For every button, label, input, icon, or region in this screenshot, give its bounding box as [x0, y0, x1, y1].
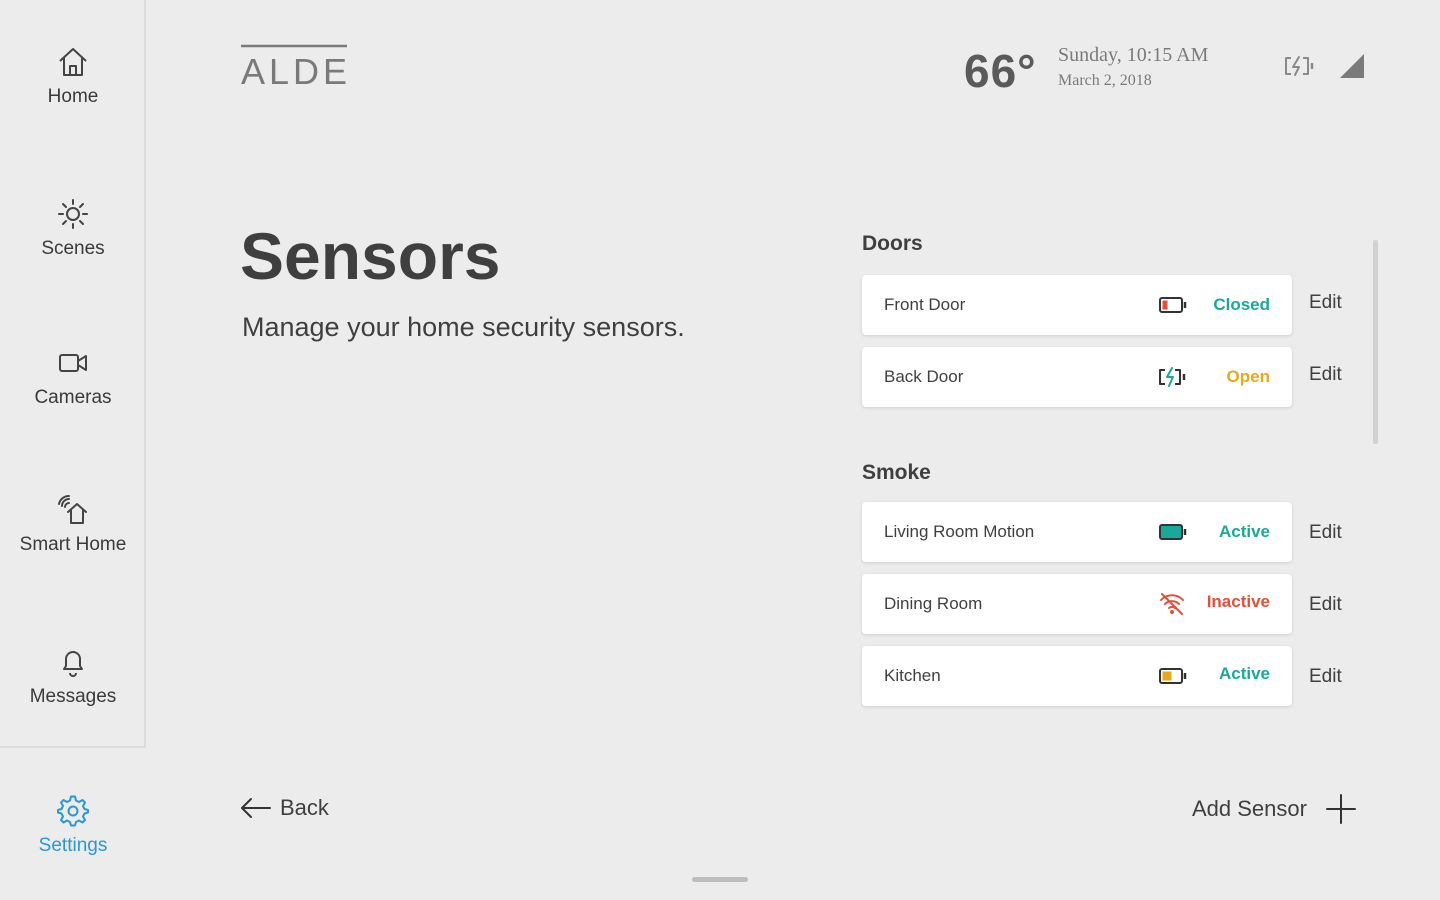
- add-sensor-label: Add Sensor: [1192, 796, 1307, 821]
- nav-label-scenes: Scenes: [41, 238, 105, 259]
- nav-item-settings[interactable]: Settings: [0, 795, 146, 857]
- day-time: Sunday, 10:15 AM: [1058, 44, 1209, 66]
- nav-label-messages: Messages: [29, 686, 117, 707]
- sensor-name: Front Door: [884, 295, 966, 314]
- sensor-card-living-room-motion[interactable]: Living Room Motion Active: [862, 502, 1292, 562]
- battery-charging-icon: [1282, 54, 1316, 83]
- nav-label-smart-home: Smart Home: [19, 534, 127, 555]
- section-title-smoke: Smoke: [862, 461, 931, 484]
- battery-half-icon: [1158, 664, 1188, 693]
- sensor-name: Kitchen: [884, 666, 941, 685]
- nav-label-cameras: Cameras: [34, 387, 112, 408]
- status-badge: Open: [1226, 367, 1270, 386]
- camera-icon: [59, 354, 87, 372]
- temperature: 66°: [964, 45, 1037, 97]
- status-badge: Active: [1218, 522, 1270, 541]
- smart-home-icon: [58, 494, 87, 524]
- nav-item-cameras[interactable]: Cameras: [0, 347, 146, 409]
- battery-low-icon: [1158, 293, 1188, 322]
- nav-item-home[interactable]: Home: [0, 46, 146, 108]
- home-indicator[interactable]: [692, 877, 748, 882]
- nav-label-home: Home: [47, 86, 99, 107]
- add-sensor-button[interactable]: Add Sensor: [1192, 793, 1357, 825]
- datetime: Sunday, 10:15 AM March 2, 2018: [1058, 44, 1208, 90]
- nav-item-smart-home[interactable]: Smart Home: [0, 494, 146, 556]
- battery-charging-icon: [1158, 365, 1188, 394]
- edit-button-living-room-motion[interactable]: Edit: [1309, 522, 1342, 544]
- edit-button-kitchen[interactable]: Edit: [1309, 666, 1342, 688]
- sensor-card-kitchen[interactable]: Kitchen Active: [862, 646, 1292, 706]
- status-badge: Active: [1218, 664, 1270, 683]
- nav-label-settings: Settings: [38, 835, 108, 856]
- status-badge: Inactive: [1206, 592, 1270, 611]
- back-label: Back: [280, 795, 329, 820]
- nav-item-scenes[interactable]: Scenes: [0, 198, 146, 260]
- status-badge: Closed: [1213, 295, 1270, 314]
- sensor-card-back-door[interactable]: Back Door Open: [862, 347, 1292, 407]
- scrollbar[interactable]: [1373, 240, 1378, 444]
- back-button[interactable]: Back: [240, 795, 329, 821]
- arrow-left-icon: [241, 798, 271, 818]
- sun-icon: [58, 199, 88, 229]
- brand-logo: ALDER: [240, 44, 377, 93]
- sensor-name: Living Room Motion: [884, 522, 1035, 541]
- nav-item-messages[interactable]: Messages: [0, 646, 146, 708]
- edit-button-dining-room[interactable]: Edit: [1309, 594, 1342, 616]
- sensor-name: Back Door: [884, 367, 964, 386]
- sensor-card-front-door[interactable]: Front Door Closed: [862, 275, 1292, 335]
- edit-button-front-door[interactable]: Edit: [1309, 292, 1342, 314]
- wifi-off-icon: [1158, 592, 1188, 621]
- gear-icon: [57, 795, 89, 827]
- page-subtitle: Manage your home security sensors.: [242, 312, 685, 342]
- edit-button-back-door[interactable]: Edit: [1309, 364, 1342, 386]
- page-title: Sensors: [240, 219, 501, 293]
- bell-icon: [63, 651, 83, 677]
- date: March 2, 2018: [1058, 72, 1152, 89]
- sidebar-nav: Home Scenes Cameras Smart Home Messages: [0, 0, 146, 748]
- sensor-name: Dining Room: [884, 594, 983, 613]
- logo-text: ALDER: [241, 51, 350, 88]
- section-title-doors: Doors: [862, 232, 923, 255]
- signal-icon: [1338, 52, 1366, 85]
- sensor-card-dining-room[interactable]: Dining Room Inactive: [862, 574, 1292, 634]
- home-icon: [59, 48, 87, 76]
- battery-full-icon: [1158, 520, 1188, 549]
- plus-icon: [1325, 794, 1356, 824]
